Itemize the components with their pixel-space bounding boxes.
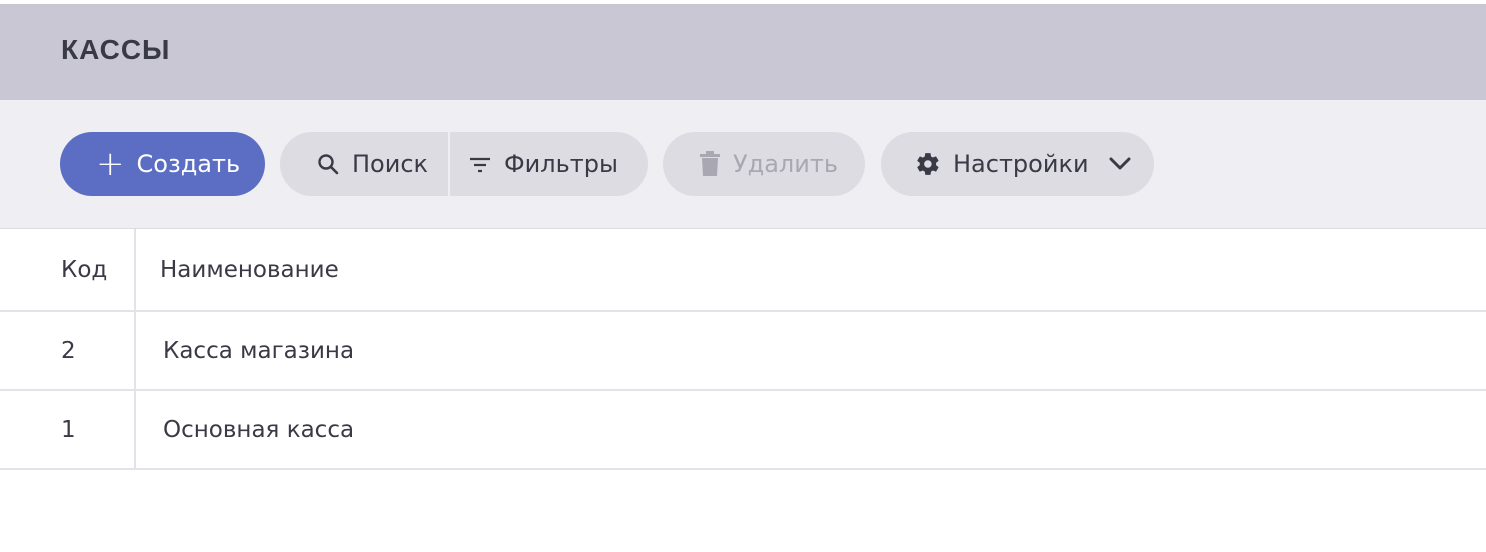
filter-icon xyxy=(468,152,492,176)
delete-button-label: Удалить xyxy=(733,150,838,178)
chevron-down-icon xyxy=(1109,157,1131,171)
search-icon xyxy=(316,152,340,176)
cell-name: Касса магазина xyxy=(163,337,355,364)
create-button[interactable]: + Создать xyxy=(60,132,265,196)
search-button-label: Поиск xyxy=(352,150,429,178)
gear-icon xyxy=(915,151,941,177)
create-button-label: Создать xyxy=(136,150,241,178)
table-row[interactable]: 2 Касса магазина xyxy=(0,312,1486,391)
column-divider xyxy=(134,391,136,468)
cell-code: 2 xyxy=(61,337,76,364)
table-row[interactable]: 1 Основная касса xyxy=(0,391,1486,470)
page-header: КАССЫ xyxy=(0,4,1486,100)
cash-registers-table: Код Наименование 2 Касса магазина 1 Осно… xyxy=(0,229,1486,470)
delete-button[interactable]: Удалить xyxy=(663,132,865,196)
table-header-row: Код Наименование xyxy=(0,229,1486,312)
search-button[interactable]: Поиск xyxy=(280,132,448,196)
column-divider xyxy=(134,312,136,389)
plus-icon: + xyxy=(96,144,125,184)
cell-code: 1 xyxy=(61,416,76,443)
settings-button-label: Настройки xyxy=(953,150,1089,178)
search-filter-group: Поиск Фильтры xyxy=(280,132,648,196)
trash-icon xyxy=(699,151,721,177)
page-title: КАССЫ xyxy=(61,34,171,65)
toolbar: + Создать Поиск Фильтры Удалить Настройк… xyxy=(0,100,1486,229)
column-header-code[interactable]: Код xyxy=(61,229,107,310)
filters-button[interactable]: Фильтры xyxy=(450,132,648,196)
filters-button-label: Фильтры xyxy=(504,150,618,178)
settings-button[interactable]: Настройки xyxy=(881,132,1154,196)
column-header-name[interactable]: Наименование xyxy=(160,229,339,310)
column-divider xyxy=(134,229,136,310)
cell-name: Основная касса xyxy=(163,416,355,443)
